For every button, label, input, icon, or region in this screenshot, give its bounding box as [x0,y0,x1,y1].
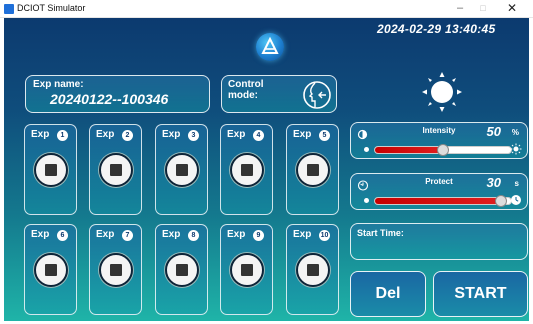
exp-tile-5[interactable]: Exp 5 [286,124,339,215]
intensity-panel: Intensity 50 % [350,122,528,159]
exp-tile-7[interactable]: Exp 7 [89,224,142,315]
intensity-knob[interactable] [437,144,449,156]
exp-tile-2[interactable]: Exp 2 [89,124,142,215]
app-canvas: 2024-02-29 13:40:45 Exp name: 20240122--… [4,18,529,321]
intensity-fill [375,147,443,153]
dim-icon [364,147,369,152]
start-time-panel: Start Time: [350,223,528,260]
del-button[interactable]: Del [350,271,426,317]
datetime-display: 2024-02-29 13:40:45 [377,22,496,36]
exp-tile-3[interactable]: Exp 3 [155,124,208,215]
exp-number-badge: 10 [319,230,330,241]
control-label-line2: mode: [228,90,258,101]
exp-tile-label: Exp [31,129,50,140]
exp-tile-label: Exp [96,129,115,140]
exp-tile-10[interactable]: Exp 10 [286,224,339,315]
exp-tile-8[interactable]: Exp 8 [155,224,208,315]
exp-number-badge: 3 [188,130,199,141]
control-mode-label: Control mode: [228,79,278,101]
exp-name-panel: Exp name: 20240122--100346 [25,75,210,113]
head-arrow-icon[interactable] [302,80,332,115]
stop-button[interactable] [99,153,133,187]
protect-panel: Protect 30 s [350,173,528,210]
exp-number-badge: 2 [122,130,133,141]
close-button[interactable]: ✕ [502,1,522,16]
stop-button[interactable] [165,153,199,187]
intensity-value: 50 [486,124,501,139]
exp-number-badge: 5 [319,130,330,141]
protect-knob[interactable] [494,195,507,207]
exp-tile-label: Exp [96,229,115,240]
exp-tile-label: Exp [162,129,181,140]
stop-button[interactable] [230,253,264,287]
exp-number-badge: 6 [57,230,68,241]
min-dot-icon [364,198,369,203]
stop-button[interactable] [230,153,264,187]
protect-value: 30 [486,175,501,190]
exp-tile-label: Exp [227,229,246,240]
exp-tile-1[interactable]: Exp 1 [24,124,77,215]
start-time-label: Start Time: [357,228,404,238]
maximize-button[interactable]: □ [473,1,493,16]
clock-icon [510,193,522,211]
exp-tile-label: Exp [293,229,312,240]
bright-sun-icon [510,142,522,160]
exp-name-value: 20240122--100346 [50,91,169,107]
control-mode-panel[interactable]: Control mode: [221,75,337,113]
exp-tile-label: Exp [293,129,312,140]
a-logo-icon [256,33,284,61]
protect-unit: s [514,179,519,188]
exp-tile-label: Exp [227,129,246,140]
app-icon [4,4,14,14]
window-title: DCIOT Simulator [17,3,86,13]
exp-number-badge: 1 [57,130,68,141]
exp-tile-4[interactable]: Exp 4 [220,124,273,215]
intensity-unit: % [511,128,519,137]
exp-tile-label: Exp [31,229,50,240]
exp-number-badge: 8 [188,230,199,241]
exp-name-label: Exp name: [33,79,84,90]
exp-number-badge: 4 [253,130,264,141]
exp-tile-label: Exp [162,229,181,240]
stop-button[interactable] [34,253,68,287]
stop-button[interactable] [296,253,330,287]
minimize-button[interactable]: – [450,1,470,16]
start-button[interactable]: START [433,271,528,317]
stop-button[interactable] [34,153,68,187]
exp-tile-9[interactable]: Exp 9 [220,224,273,315]
exp-tile-6[interactable]: Exp 6 [24,224,77,315]
stop-button[interactable] [99,253,133,287]
stop-button[interactable] [165,253,199,287]
protect-slider[interactable] [374,197,512,205]
protect-fill [375,198,501,204]
sun-icon [420,70,464,119]
exp-number-badge: 9 [253,230,264,241]
exp-number-badge: 7 [122,230,133,241]
control-label-line1: Control [228,79,264,90]
window-titlebar: DCIOT Simulator – □ ✕ [0,0,533,18]
stop-button[interactable] [296,153,330,187]
